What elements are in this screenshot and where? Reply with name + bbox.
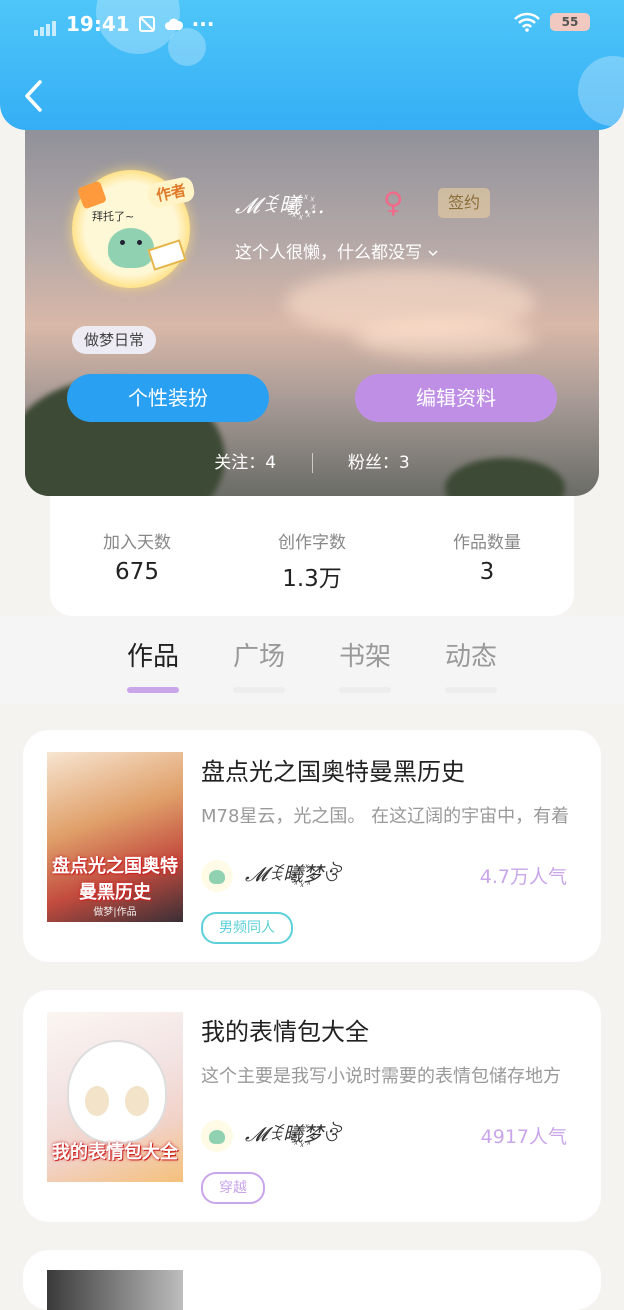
profile-tag: 做梦日常 [72, 326, 157, 354]
profile-card: 作者 拜托了~ 做梦日常 𝓜ꉂ曦꙰… ♀ 签约 这个人很懒，什么都没写 个性装扮… [25, 118, 599, 496]
cover-title: 盘点光之国奥特曼黑历史 [52, 856, 178, 903]
work-description: M78星云，光之国。 在这辽阔的宇宙中，有着 [201, 806, 570, 827]
tab-label: 广场 [232, 642, 285, 672]
following-count[interactable]: 关注：4 [214, 448, 276, 473]
author-name: 𝓜ꉂ曦꙰梦ঔ [245, 1122, 340, 1146]
bio[interactable]: 这个人很懒，什么都没写 [235, 238, 439, 263]
wifi-icon [514, 12, 540, 32]
cover-subtitle: 做梦|作品 [93, 907, 137, 918]
followers-count[interactable]: 粉丝：3 [348, 448, 410, 473]
work-title: 我的表情包大全 [201, 1018, 369, 1046]
sky-cloud [355, 318, 535, 358]
avatar-text: 拜托了~ [92, 210, 135, 223]
back-button[interactable] [20, 78, 54, 114]
work-card[interactable]: 我的表情包大全 我的表情包大全 这个主要是我写小说时需要的表情包储存地方 𝓜ꉂ曦… [23, 990, 601, 1222]
tab-label: 作品 [126, 642, 179, 672]
stat-works-count: 作品数量 3 [400, 528, 574, 585]
tab-label: 动态 [444, 642, 497, 672]
female-gender-icon: ♀ [383, 186, 404, 219]
chevron-left-icon [25, 80, 42, 112]
stat-label: 作品数量 [453, 533, 521, 553]
stat-join-days: 加入天数 675 [50, 528, 224, 585]
work-description: 这个主要是我写小说时需要的表情包储存地方 [201, 1066, 561, 1087]
stat-value: 675 [115, 559, 159, 585]
book-cover [47, 1270, 183, 1310]
work-card[interactable] [23, 1250, 601, 1310]
pencil-icon [76, 180, 108, 210]
author-avatar [201, 1119, 233, 1152]
book-cover: 盘点光之国奥特曼黑历史 做梦|作品 [47, 752, 183, 922]
tab-indicator [233, 687, 285, 693]
tab-indicator [339, 687, 391, 693]
tab-indicator [445, 687, 497, 693]
author-ribbon: 作者 [145, 175, 197, 210]
cloud-icon [164, 18, 183, 30]
book-cover: 我的表情包大全 [47, 1012, 183, 1182]
signal-icon [34, 12, 58, 36]
chevron-down-icon [428, 250, 438, 257]
tab-activity[interactable]: 动态 [431, 636, 511, 693]
status-time: 19:41 [66, 12, 130, 36]
bio-text: 这个人很懒，什么都没写 [235, 243, 422, 263]
battery-indicator: 55 [550, 13, 590, 31]
tab-bar: 作品 广场 书架 动态 [0, 616, 624, 704]
notification-icon [138, 16, 155, 32]
genre-tag[interactable]: 男频同人 [201, 912, 293, 944]
work-author: 𝓜ꉂ曦꙰梦ঔ [201, 858, 339, 893]
work-card[interactable]: 盘点光之国奥特曼黑历史 做梦|作品 盘点光之国奥特曼黑历史 M78星云，光之国。… [23, 730, 601, 962]
stats-card: 加入天数 675 创作字数 1.3万 作品数量 3 [50, 484, 574, 616]
character-illustration [67, 1040, 167, 1144]
work-title: 盘点光之国奥特曼黑历史 [201, 758, 465, 786]
author-name: 𝓜ꉂ曦꙰梦ঔ [245, 862, 340, 886]
edit-profile-button[interactable]: 编辑资料 [355, 374, 557, 422]
stat-label: 创作字数 [278, 533, 346, 553]
customize-button[interactable]: 个性装扮 [67, 374, 269, 422]
cover-title: 我的表情包大全 [52, 1142, 178, 1163]
stat-word-count: 创作字数 1.3万 [225, 528, 399, 593]
more-dots: ··· [191, 12, 215, 36]
username: 𝓜ꉂ曦꙰… [235, 194, 326, 219]
stat-value: 3 [479, 559, 495, 585]
tab-square[interactable]: 广场 [219, 636, 299, 693]
author-avatar [201, 859, 233, 892]
stat-value: 1.3万 [282, 566, 342, 592]
tab-label: 书架 [338, 642, 391, 672]
genre-tag[interactable]: 穿越 [201, 1172, 265, 1204]
tab-indicator [127, 687, 179, 693]
tab-bookshelf[interactable]: 书架 [325, 636, 405, 693]
popularity: 4.7万人气 [479, 866, 567, 888]
divider [311, 453, 313, 473]
dinosaur-icon [108, 228, 154, 268]
follow-stats: 关注：4 粉丝：3 [25, 448, 599, 473]
work-author: 𝓜ꉂ曦꙰梦ঔ [201, 1118, 339, 1153]
signed-badge: 签约 [438, 188, 491, 218]
stat-label: 加入天数 [103, 533, 171, 553]
tab-works[interactable]: 作品 [113, 636, 193, 693]
popularity: 4917人气 [480, 1126, 567, 1148]
status-bar: 19:41 ··· 55 [0, 0, 624, 50]
avatar[interactable]: 作者 拜托了~ [72, 170, 197, 288]
